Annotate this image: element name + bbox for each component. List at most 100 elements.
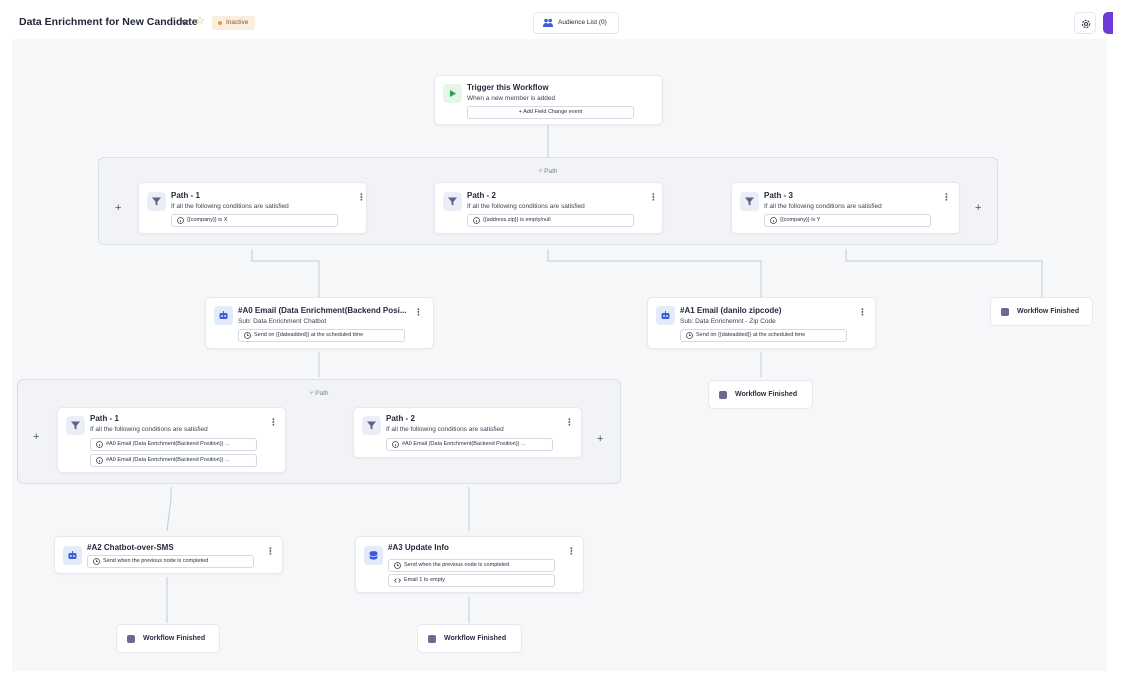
info-icon bbox=[473, 217, 480, 224]
workflow-finished-node[interactable]: Workflow Finished bbox=[417, 624, 522, 653]
workflow-finished-node[interactable]: Workflow Finished bbox=[990, 297, 1093, 326]
chevron-down-icon[interactable] bbox=[180, 16, 190, 28]
more-options-icon[interactable]: ⋮ bbox=[567, 547, 576, 556]
code-icon bbox=[394, 578, 401, 583]
path-title: Path - 1 bbox=[171, 191, 200, 200]
clock-icon bbox=[686, 332, 693, 339]
email-title: #A0 Email (Data Enrichment(Backend Posi.… bbox=[238, 306, 407, 315]
filter-icon bbox=[443, 192, 462, 211]
workflow-finished-label: Workflow Finished bbox=[444, 635, 507, 642]
workflow-canvas[interactable]: Trigger this Workflow When a new member … bbox=[12, 39, 1107, 671]
condition-pill[interactable]: {{address.zip}} is empty/null bbox=[467, 214, 634, 227]
path-card-2[interactable]: Path - 2 If all the following conditions… bbox=[434, 182, 663, 234]
condition-text: #A0 Email (Data Enrichment(Backend Posit… bbox=[106, 441, 230, 447]
path-card-1[interactable]: Path - 1 If all the following conditions… bbox=[138, 182, 367, 234]
robot-icon bbox=[63, 546, 82, 565]
info-icon bbox=[770, 217, 777, 224]
more-options-icon[interactable]: ⋮ bbox=[357, 193, 366, 202]
more-options-icon[interactable]: ⋮ bbox=[649, 193, 658, 202]
email-subject: Sub: Data Enrichment Chatbot bbox=[238, 318, 327, 325]
filter-icon bbox=[362, 416, 381, 435]
condition-text: {{address.zip}} is empty/null bbox=[483, 217, 551, 223]
more-options-icon[interactable]: ⋮ bbox=[414, 308, 423, 317]
more-options-icon[interactable]: ⋮ bbox=[565, 418, 574, 427]
chatbot-a2-card[interactable]: #A2 Chatbot-over-SMS Send when the previ… bbox=[54, 536, 283, 574]
stop-square-icon bbox=[428, 635, 436, 643]
publish-button-edge[interactable] bbox=[1103, 12, 1113, 34]
trigger-card[interactable]: Trigger this Workflow When a new member … bbox=[434, 75, 663, 125]
database-icon bbox=[364, 546, 383, 565]
condition-text: #A0 Email (Data Enrichment(Backend Posit… bbox=[402, 441, 526, 447]
more-options-icon[interactable]: ⋮ bbox=[266, 547, 275, 556]
condition-text: {{company}} is X bbox=[187, 217, 228, 223]
path-subtitle: If all the following conditions are sati… bbox=[171, 203, 289, 210]
clock-icon bbox=[93, 558, 100, 565]
condition-pill[interactable]: {{company}} is X bbox=[171, 214, 338, 227]
robot-icon bbox=[214, 306, 233, 325]
update-a3-card[interactable]: #A3 Update Info Send when the previous n… bbox=[355, 536, 584, 593]
info-icon bbox=[96, 441, 103, 448]
people-icon bbox=[543, 18, 553, 27]
workflow-finished-node[interactable]: Workflow Finished bbox=[116, 624, 220, 653]
add-path-right-button[interactable]: + bbox=[597, 433, 603, 445]
clock-icon bbox=[394, 562, 401, 569]
update-title: #A3 Update Info bbox=[388, 543, 449, 552]
schedule-pill[interactable]: Send when the previous node is completed bbox=[87, 555, 254, 568]
email-a0-card[interactable]: #A0 Email (Data Enrichment(Backend Posi.… bbox=[205, 297, 434, 349]
path-card-3[interactable]: Path - 3 If all the following conditions… bbox=[731, 182, 960, 234]
stop-square-icon bbox=[127, 635, 135, 643]
path-subtitle: If all the following conditions are sati… bbox=[90, 426, 208, 433]
path-subtitle: If all the following conditions are sati… bbox=[386, 426, 504, 433]
more-options-icon[interactable]: ⋮ bbox=[858, 308, 867, 317]
action-pill[interactable]: Email 1 to empty bbox=[388, 574, 555, 587]
condition-pill[interactable]: #A0 Email (Data Enrichment(Backend Posit… bbox=[90, 454, 257, 467]
schedule-pill[interactable]: Send on {{dateadded}} at the scheduled t… bbox=[238, 329, 405, 342]
workflow-finished-label: Workflow Finished bbox=[143, 635, 206, 642]
info-icon bbox=[96, 457, 103, 464]
status-dot-icon bbox=[218, 21, 222, 25]
status-badge[interactable]: Inactive bbox=[212, 16, 256, 30]
top-bar: Data Enrichment for New Candidate ☆ Inac… bbox=[0, 0, 1126, 44]
add-path-left-button[interactable]: + bbox=[115, 202, 121, 214]
more-options-icon[interactable]: ⋮ bbox=[942, 193, 951, 202]
add-field-change-label: Add Field Change event bbox=[523, 109, 583, 115]
path-group-label: ⑂ Path bbox=[18, 390, 620, 397]
condition-text: #A0 Email (Data Enrichment(Backend Posit… bbox=[106, 457, 230, 463]
schedule-pill[interactable]: Send when the previous node is completed bbox=[388, 559, 555, 572]
more-options-icon[interactable]: ⋮ bbox=[269, 418, 278, 427]
clock-icon bbox=[244, 332, 251, 339]
schedule-text: Send on {{dateadded}} at the scheduled t… bbox=[254, 332, 364, 338]
email-a1-card[interactable]: #A1 Email (danilo zipcode) Sub: Data Enr… bbox=[647, 297, 876, 349]
email-subject: Sub: Data Enrichemnt - Zip Code bbox=[680, 318, 776, 325]
condition-pill[interactable]: {{company}} is Y bbox=[764, 214, 931, 227]
schedule-text: Send when the previous node is completed bbox=[404, 562, 510, 568]
stop-square-icon bbox=[719, 391, 727, 399]
gear-icon bbox=[1081, 19, 1091, 29]
add-path-left-button[interactable]: + bbox=[33, 431, 39, 443]
workflow-finished-node[interactable]: Workflow Finished bbox=[708, 380, 813, 409]
play-icon bbox=[443, 84, 462, 103]
audience-list-button[interactable]: Audience List (0) bbox=[533, 12, 619, 34]
workflow-title[interactable]: Data Enrichment for New Candidate bbox=[19, 16, 198, 28]
info-icon bbox=[177, 217, 184, 224]
condition-text: {{company}} is Y bbox=[780, 217, 821, 223]
stop-square-icon bbox=[1001, 308, 1009, 316]
branch-icon: ⑂ bbox=[309, 390, 314, 397]
schedule-pill[interactable]: Send on {{dateadded}} at the scheduled t… bbox=[680, 329, 847, 342]
path-card-2[interactable]: Path - 2 If all the following conditions… bbox=[353, 407, 582, 458]
filter-icon bbox=[740, 192, 759, 211]
path-title: Path - 1 bbox=[90, 414, 119, 423]
schedule-text: Send when the previous node is completed bbox=[103, 558, 209, 564]
workflow-finished-label: Workflow Finished bbox=[735, 391, 798, 398]
condition-pill[interactable]: #A0 Email (Data Enrichment(Backend Posit… bbox=[90, 438, 257, 451]
add-path-right-button[interactable]: + bbox=[975, 202, 981, 214]
settings-button[interactable] bbox=[1074, 12, 1096, 34]
robot-icon bbox=[656, 306, 675, 325]
chatbot-title: #A2 Chatbot-over-SMS bbox=[87, 543, 174, 552]
audience-list-label: Audience List (0) bbox=[558, 19, 607, 26]
path-card-1[interactable]: Path - 1 If all the following conditions… bbox=[57, 407, 286, 473]
path-subtitle: If all the following conditions are sati… bbox=[764, 203, 882, 210]
condition-pill[interactable]: #A0 Email (Data Enrichment(Backend Posit… bbox=[386, 438, 553, 451]
add-field-change-button[interactable]: + Add Field Change event bbox=[467, 106, 634, 119]
star-icon[interactable]: ☆ bbox=[195, 14, 205, 27]
